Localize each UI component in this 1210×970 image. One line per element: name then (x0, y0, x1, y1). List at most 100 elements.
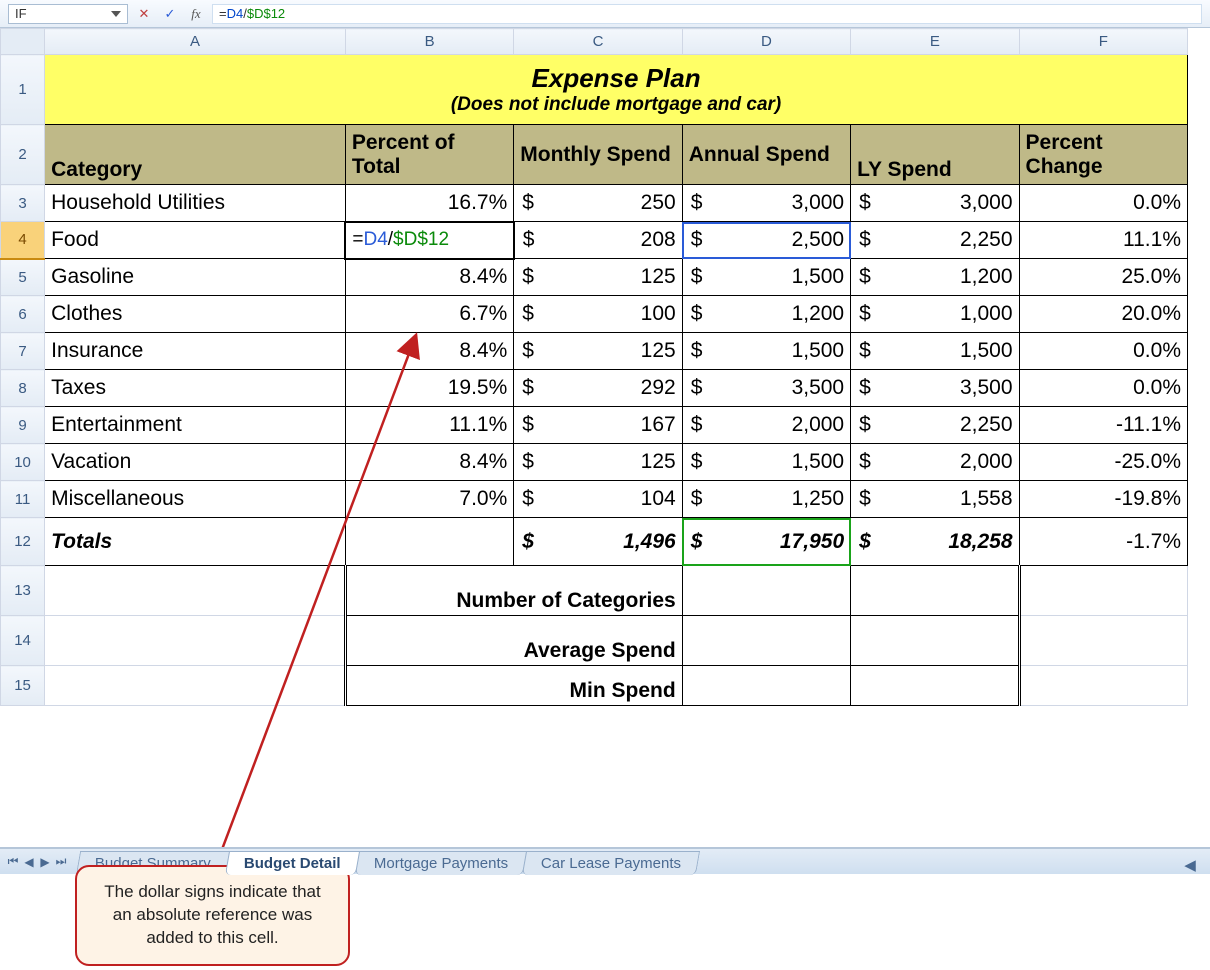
hdr-as[interactable]: Annual Spend (682, 125, 850, 185)
cell-C6[interactable]: $100 (514, 296, 682, 333)
cell-E10[interactable]: $2,000 (851, 444, 1019, 481)
cell-F4[interactable]: 11.1% (1019, 222, 1187, 259)
cell-D15[interactable] (682, 666, 850, 706)
cell-D6[interactable]: $1,200 (682, 296, 850, 333)
cell-C8[interactable]: $292 (514, 370, 682, 407)
row-header-14[interactable]: 14 (1, 616, 45, 666)
cell-A9[interactable]: Entertainment (45, 407, 346, 444)
hdr-pct[interactable]: Percent of Total (345, 125, 513, 185)
row-header-11[interactable]: 11 (1, 481, 45, 518)
cell-E4[interactable]: $2,250 (851, 222, 1019, 259)
label-numcat[interactable]: Number of Categories (345, 566, 682, 616)
cell-F14[interactable] (1019, 616, 1187, 666)
cell-E13[interactable] (851, 566, 1019, 616)
row-header-15[interactable]: 15 (1, 666, 45, 706)
cell-D14[interactable] (682, 616, 850, 666)
cell-A10[interactable]: Vacation (45, 444, 346, 481)
tab-nav-prev-icon[interactable]: ◀ (22, 855, 36, 869)
tab-budget-detail[interactable]: Budget Detail (225, 851, 360, 875)
cell-F11[interactable]: -19.8% (1019, 481, 1187, 518)
cell-B10[interactable]: 8.4% (345, 444, 513, 481)
cell-B12[interactable] (345, 518, 513, 566)
label-min[interactable]: Min Spend (345, 666, 682, 706)
worksheet-grid[interactable]: A B C D E F 1 Expense Plan (Does not inc… (0, 28, 1210, 848)
cell-C12[interactable]: $1,496 (514, 518, 682, 566)
cell-D12[interactable]: $17,950 (682, 518, 850, 566)
cell-A4[interactable]: Food (45, 222, 346, 259)
hdr-ms[interactable]: Monthly Spend (514, 125, 682, 185)
cell-A15[interactable] (45, 666, 346, 706)
cell-F6[interactable]: 20.0% (1019, 296, 1187, 333)
label-avg[interactable]: Average Spend (345, 616, 682, 666)
cell-C4[interactable]: $208 (514, 222, 682, 259)
cell-D7[interactable]: $1,500 (682, 333, 850, 370)
cell-D10[interactable]: $1,500 (682, 444, 850, 481)
cell-C10[interactable]: $125 (514, 444, 682, 481)
cell-F15[interactable] (1019, 666, 1187, 706)
row-header-7[interactable]: 7 (1, 333, 45, 370)
tab-nav-last-icon[interactable]: ⏭ (54, 855, 68, 869)
cell-D3[interactable]: $3,000 (682, 185, 850, 222)
cell-B3[interactable]: 16.7% (345, 185, 513, 222)
cell-A14[interactable] (45, 616, 346, 666)
row-header-3[interactable]: 3 (1, 185, 45, 222)
dropdown-icon[interactable] (111, 11, 121, 17)
cell-D11[interactable]: $1,250 (682, 481, 850, 518)
cell-A6[interactable]: Clothes (45, 296, 346, 333)
cell-B6[interactable]: 6.7% (345, 296, 513, 333)
cell-F9[interactable]: -11.1% (1019, 407, 1187, 444)
cell-D13[interactable] (682, 566, 850, 616)
cell-A13[interactable] (45, 566, 346, 616)
enter-button[interactable]: ✓ (160, 4, 180, 24)
tab-mortgage[interactable]: Mortgage Payments (354, 851, 526, 875)
cell-C5[interactable]: $125 (514, 259, 682, 296)
row-header-2[interactable]: 2 (1, 125, 45, 185)
cell-B5[interactable]: 8.4% (345, 259, 513, 296)
row-header-9[interactable]: 9 (1, 407, 45, 444)
cell-E12[interactable]: $18,258 (851, 518, 1019, 566)
col-header-A[interactable]: A (45, 29, 346, 55)
cell-C11[interactable]: $104 (514, 481, 682, 518)
cell-D5[interactable]: $1,500 (682, 259, 850, 296)
cell-D9[interactable]: $2,000 (682, 407, 850, 444)
cell-B4-editing[interactable]: =D4/$D$12 (345, 222, 513, 259)
cell-E6[interactable]: $1,000 (851, 296, 1019, 333)
hscroll-left-icon[interactable]: ◀ (1170, 856, 1210, 874)
fx-button[interactable]: fx (186, 4, 206, 24)
cell-A11[interactable]: Miscellaneous (45, 481, 346, 518)
cell-E8[interactable]: $3,500 (851, 370, 1019, 407)
cell-F10[interactable]: -25.0% (1019, 444, 1187, 481)
row-header-13[interactable]: 13 (1, 566, 45, 616)
row-header-6[interactable]: 6 (1, 296, 45, 333)
cell-F8[interactable]: 0.0% (1019, 370, 1187, 407)
cell-F3[interactable]: 0.0% (1019, 185, 1187, 222)
cell-E5[interactable]: $1,200 (851, 259, 1019, 296)
cell-F13[interactable] (1019, 566, 1187, 616)
select-all-corner[interactable] (1, 29, 45, 55)
tab-car-lease[interactable]: Car Lease Payments (522, 851, 700, 875)
cell-A8[interactable]: Taxes (45, 370, 346, 407)
col-header-D[interactable]: D (682, 29, 850, 55)
tab-nav-first-icon[interactable]: ⏮ (6, 855, 20, 869)
cell-B8[interactable]: 19.5% (345, 370, 513, 407)
cell-D8[interactable]: $3,500 (682, 370, 850, 407)
cell-B7[interactable]: 8.4% (345, 333, 513, 370)
col-header-F[interactable]: F (1019, 29, 1187, 55)
title-cell[interactable]: Expense Plan (Does not include mortgage … (45, 55, 1188, 125)
cell-C7[interactable]: $125 (514, 333, 682, 370)
row-header-1[interactable]: 1 (1, 55, 45, 125)
cell-E9[interactable]: $2,250 (851, 407, 1019, 444)
cell-F12[interactable]: -1.7% (1019, 518, 1187, 566)
cell-A7[interactable]: Insurance (45, 333, 346, 370)
cancel-button[interactable]: ✕ (134, 4, 154, 24)
cell-F5[interactable]: 25.0% (1019, 259, 1187, 296)
cell-F7[interactable]: 0.0% (1019, 333, 1187, 370)
cell-E14[interactable] (851, 616, 1019, 666)
cell-E15[interactable] (851, 666, 1019, 706)
cell-C3[interactable]: $250 (514, 185, 682, 222)
col-header-C[interactable]: C (514, 29, 682, 55)
cell-A5[interactable]: Gasoline (45, 259, 346, 296)
cell-B9[interactable]: 11.1% (345, 407, 513, 444)
cell-B11[interactable]: 7.0% (345, 481, 513, 518)
col-header-B[interactable]: B (345, 29, 513, 55)
